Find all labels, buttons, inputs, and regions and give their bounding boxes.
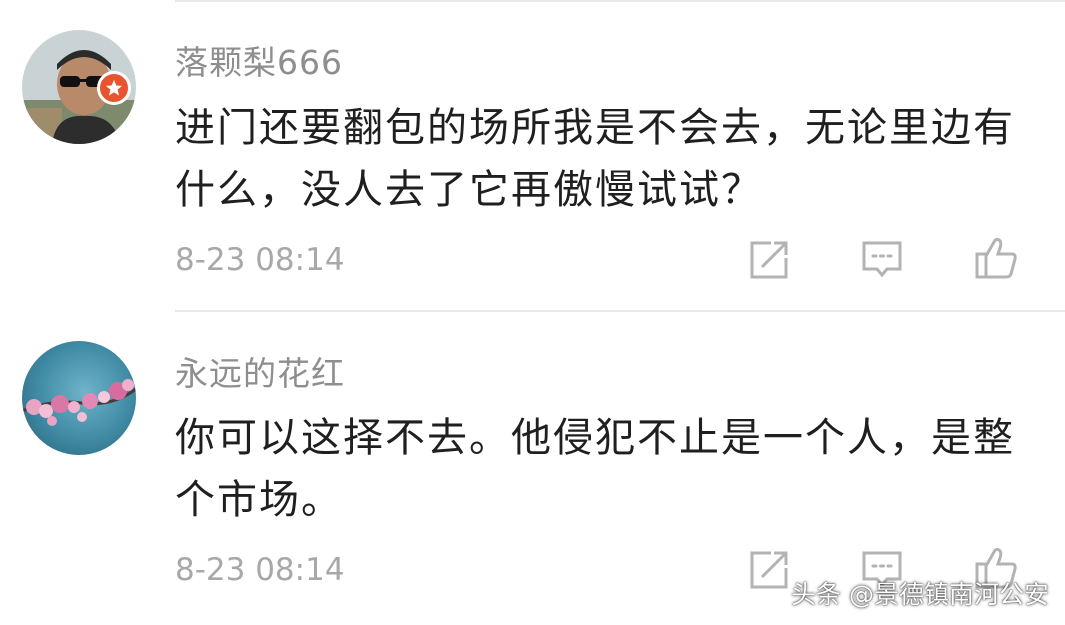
comment-username[interactable]: 落颗梨666 <box>175 36 343 84</box>
comment-text: 进门还要翻包的场所我是不会去，无论里边有什么，没人去了它再傲慢试试？ <box>175 105 1015 213</box>
watermark: 头条 @景德镇南河公安 <box>791 580 1049 609</box>
like-icon[interactable] <box>974 235 1018 279</box>
comment-text: 你可以这择不去。他侵犯不止是一个人，是整个市场。 <box>175 415 1015 523</box>
avatar[interactable] <box>22 341 136 455</box>
repost-icon[interactable] <box>747 548 791 592</box>
verified-badge-icon <box>97 71 131 105</box>
comment-time: 8-23 08:14 <box>175 242 345 278</box>
repost-icon[interactable] <box>747 238 791 282</box>
comment-username[interactable]: 永远的花红 <box>175 347 345 395</box>
comment-item: 落颗梨666 进门还要翻包的场所我是不会去，无论里边有什么，没人去了它再傲慢试试… <box>0 0 1065 310</box>
comment-time: 8-23 08:14 <box>175 552 345 588</box>
comment-icon[interactable] <box>860 238 904 282</box>
